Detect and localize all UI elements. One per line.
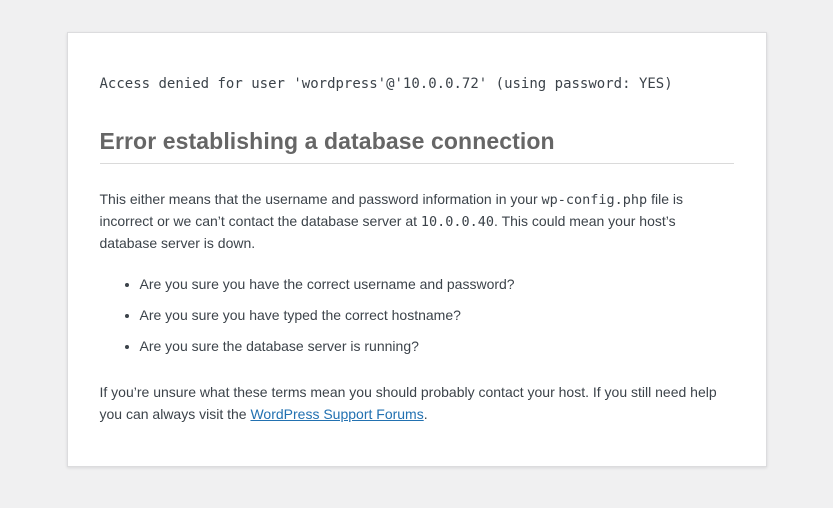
list-item-server-running: Are you sure the database server is runn… bbox=[140, 336, 734, 357]
database-error-message: Access denied for user 'wordpress'@'10.0… bbox=[99, 76, 673, 92]
error-page-card: Access denied for user 'wordpress'@'10.0… bbox=[66, 32, 767, 467]
explanation-paragraph: This either means that the username and … bbox=[100, 189, 734, 255]
wp-config-code: wp-config.php bbox=[541, 191, 648, 208]
support-forums-link[interactable]: WordPress Support Forums bbox=[250, 406, 423, 422]
error-page: { "page": { "background_color": "#f0f0f1… bbox=[0, 32, 833, 508]
db-host-code: 10.0.0.40 bbox=[420, 213, 495, 230]
explanation-text-1: This either means that the username and … bbox=[99, 190, 542, 207]
page-title: Error establishing a database connection bbox=[99, 128, 734, 164]
troubleshooting-list: Are you sure you have the correct userna… bbox=[100, 274, 734, 357]
list-item-hostname: Are you sure you have typed the correct … bbox=[140, 305, 734, 326]
list-item-credentials: Are you sure you have the correct userna… bbox=[140, 274, 734, 295]
help-text-after-link: . bbox=[423, 405, 428, 422]
help-paragraph: If you’re unsure what these terms mean y… bbox=[100, 382, 734, 425]
